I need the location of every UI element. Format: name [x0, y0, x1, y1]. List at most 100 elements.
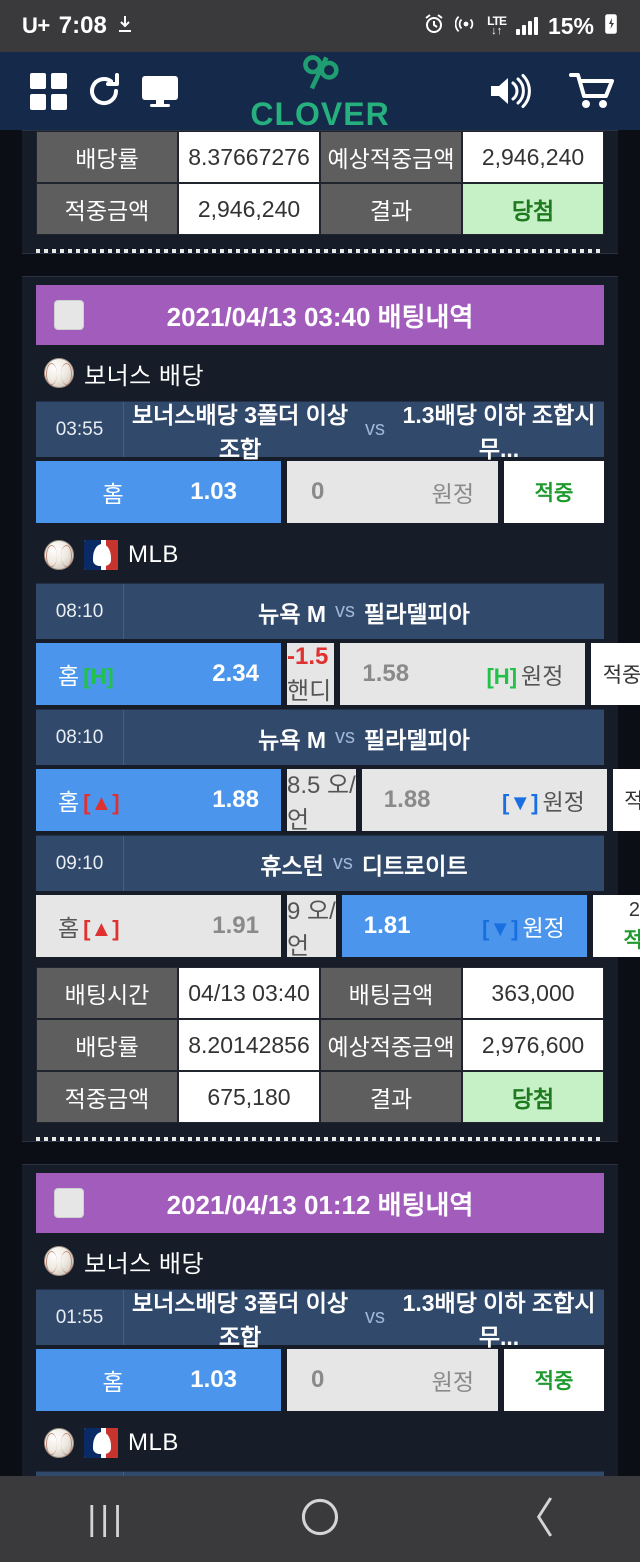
summary-label: 적중금액: [36, 1071, 178, 1123]
odds-cell-home[interactable]: 홈 [▲] 1.88: [36, 769, 281, 831]
table-row: 배팅시간 04/13 03:40 배팅금액 363,000: [36, 967, 604, 1019]
odds-cell-home[interactable]: 홈 1.03: [36, 461, 281, 523]
clock-label: 7:08: [58, 12, 107, 39]
signal-bars-icon: [515, 17, 538, 35]
odds-cell-line[interactable]: -1.5 핸디: [287, 643, 335, 705]
home-icon[interactable]: 〇: [260, 1499, 380, 1539]
mlb-logo-icon: [84, 540, 118, 570]
odds-cell-away[interactable]: 0 원정: [287, 461, 498, 523]
network-type-icon: LTE ↓↑: [487, 14, 507, 37]
team-away-name: 필라델피아: [364, 726, 470, 753]
summary-value: 04/13 03:40: [178, 967, 320, 1019]
odds-cell-home[interactable]: 홈 1.03: [36, 1349, 281, 1411]
ticket-header[interactable]: 2021/04/13 01:12 배팅내역: [36, 1173, 604, 1233]
odds-cell-away[interactable]: 1.81 [▼] 원정: [341, 895, 587, 957]
alarm-icon: [423, 13, 445, 39]
ticket-gap: [0, 1142, 640, 1164]
summary-value: 8.20142856: [178, 1019, 320, 1071]
refresh-icon[interactable]: [76, 63, 132, 119]
match-row: 08:10 뉴욕 M vs 필라델피아: [36, 709, 604, 765]
odds-row: 홈 1.03 0 원정 적중: [36, 1345, 604, 1415]
home-label: 홈: [58, 789, 80, 815]
odds-cell-away[interactable]: 0 원정: [287, 1349, 498, 1411]
away-line: 0: [311, 478, 325, 505]
monitor-icon[interactable]: [132, 63, 188, 119]
odds-row: 홈 1.03 0 원정 적중: [36, 457, 604, 527]
team-home-name: 보너스배당 3폴더 이상 조합: [132, 1289, 349, 1350]
team-home-name: 휴스턴: [260, 852, 324, 879]
ou-line: 9: [287, 898, 301, 925]
home-label: 홈: [102, 481, 124, 507]
recent-apps-icon[interactable]: |||: [47, 1502, 167, 1536]
home-tag: [▲]: [83, 916, 120, 941]
ticket-header[interactable]: 2021/04/13 03:40 배팅내역: [36, 285, 604, 345]
vs-label: vs: [335, 600, 356, 622]
odds-cell-away[interactable]: 1.88 [▼] 원정: [361, 769, 607, 831]
baseball-icon: [44, 540, 74, 570]
ticket-divider: [36, 249, 604, 253]
result-text: 적중: [534, 482, 574, 505]
result-cell: 적중특례: [591, 643, 640, 705]
result-cell: 2:6 적중: [592, 895, 640, 957]
summary-table: 배당률 8.37667276 예상적중금액 2,946,240 적중금액 2,9…: [36, 131, 604, 235]
away-tag: [▼]: [502, 790, 539, 815]
odds-cell-away[interactable]: 1.58 [H] 원정: [340, 643, 586, 705]
ticket-partial-top: 배당률 8.37667276 예상적중금액 2,946,240 적중금액 2,9…: [22, 130, 618, 254]
summary-value: 2,946,240: [178, 183, 320, 235]
result-cell: 적중: [504, 1349, 604, 1411]
away-odds: 1.88: [383, 786, 431, 813]
baseball-icon: [44, 1246, 74, 1276]
betting-history-list[interactable]: 배당률 8.37667276 예상적중금액 2,946,240 적중금액 2,9…: [0, 130, 640, 1476]
odds-cell-home[interactable]: 홈 [▲] 1.91: [36, 895, 281, 957]
ticket-checkbox[interactable]: [54, 1188, 84, 1218]
match-title: 보너스배당 3폴더 이상 조합 vs 1.3배당 이하 조합시 무...: [124, 1284, 604, 1352]
match-time: 01:55: [36, 1290, 124, 1345]
back-icon[interactable]: 〈: [473, 1498, 593, 1540]
team-away-name: 1.3배당 이하 조합시 무...: [402, 401, 596, 462]
summary-label: 배팅금액: [320, 967, 462, 1019]
odds-cell-line[interactable]: 9 오/언: [287, 895, 336, 960]
ticket-checkbox[interactable]: [54, 300, 84, 330]
summary-label: 예상적중금액: [320, 131, 462, 183]
summary-label: 적중금액: [36, 183, 178, 235]
battery-percent-label: 15%: [547, 12, 594, 39]
ticket-title: 2021/04/13 01:12 배팅내역: [166, 1189, 474, 1220]
odds-row: 홈[▲] 1.91 9 오/언 1.81 [▼]원정 2:6 적중: [36, 891, 640, 961]
grid-menu-icon[interactable]: [20, 63, 76, 119]
league-name: 보너스 배당: [84, 362, 205, 390]
home-label: 홈: [58, 915, 80, 941]
away-label: 원정: [431, 481, 474, 507]
status-badge: 당첨: [462, 183, 604, 235]
match-time: 03:55: [36, 402, 124, 457]
ticket-divider: [36, 1137, 604, 1141]
team-home-name: 뉴욕 M: [258, 726, 327, 753]
baseball-icon: [44, 1428, 74, 1458]
match-row: 01:55 보너스배당 3폴더 이상 조합 vs 1.3배당 이하 조합시 무.…: [36, 1289, 604, 1350]
home-odds: 1.91: [212, 912, 259, 939]
baseball-icon: [44, 358, 74, 388]
summary-label: 배팅시간: [36, 967, 178, 1019]
vs-label: vs: [365, 418, 386, 440]
team-away-name: 1.3배당 이하 조합시 무...: [402, 1289, 596, 1350]
away-tag: [H]: [486, 664, 518, 689]
league-name: 보너스 배당: [84, 1250, 205, 1278]
home-odds: 1.03: [190, 478, 237, 505]
table-row: 배당률 8.37667276 예상적중금액 2,946,240: [36, 131, 604, 183]
market-label: 핸디: [287, 677, 332, 705]
summary-label: 결과: [320, 183, 462, 235]
league-row-mlb: MLB: [36, 1415, 604, 1471]
league-row-bonus: 보너스 배당: [36, 1233, 604, 1289]
match-time: 09:10: [36, 836, 124, 891]
home-tag: [H]: [83, 664, 114, 689]
result-text: 적중: [534, 1370, 574, 1393]
odds-cell-line[interactable]: 8.5 오/언: [287, 769, 356, 834]
shopping-cart-icon[interactable]: [564, 63, 620, 119]
league-name: MLB: [128, 1429, 179, 1456]
away-label: 원정: [542, 789, 585, 815]
away-label: 원정: [431, 1369, 474, 1395]
speaker-icon[interactable]: [482, 63, 538, 119]
away-odds: 1.81: [363, 912, 411, 939]
odds-row: 홈[▲] 1.88 8.5 오/언 1.88 [▼]원정 적중특례: [36, 765, 640, 835]
odds-cell-home[interactable]: 홈 [H] 2.34: [36, 643, 281, 705]
home-odds: 1.88: [212, 786, 259, 813]
